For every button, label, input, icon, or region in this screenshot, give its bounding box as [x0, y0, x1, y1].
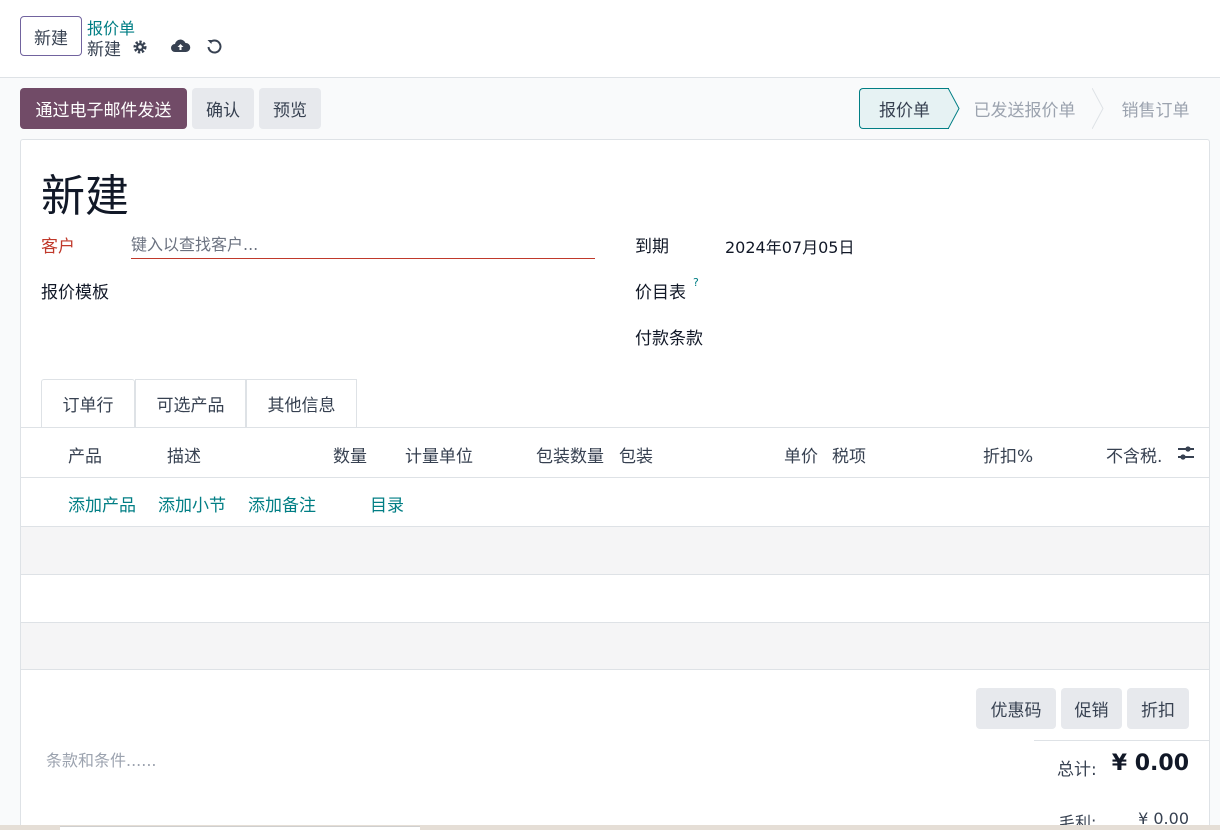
- column-packaging[interactable]: 包装: [619, 442, 653, 467]
- send-by-email-button[interactable]: 通过电子邮件发送: [20, 88, 187, 129]
- tab-optional-products[interactable]: 可选产品: [135, 379, 246, 427]
- coupon-button[interactable]: 优惠码: [976, 688, 1056, 729]
- column-discount[interactable]: 折扣%: [983, 442, 1033, 467]
- catalog-link[interactable]: 目录: [370, 491, 404, 516]
- column-quantity[interactable]: 数量: [333, 442, 367, 467]
- customer-label: 客户: [41, 237, 75, 257]
- add-product-link[interactable]: 添加产品: [68, 491, 136, 516]
- column-subtotal[interactable]: 不含税.: [1106, 442, 1162, 467]
- tab-other-info[interactable]: 其他信息: [246, 379, 357, 427]
- quotation-template-label: 报价模板: [41, 283, 109, 303]
- customer-input[interactable]: [131, 231, 595, 259]
- empty-row: [21, 623, 1209, 670]
- window-bottom-edge: [60, 826, 420, 830]
- new-button[interactable]: 新建: [20, 16, 82, 56]
- empty-row: [21, 575, 1209, 623]
- total-label: 总计:: [1057, 760, 1097, 780]
- tab-order-lines[interactable]: 订单行: [41, 379, 135, 427]
- payment-terms-label: 付款条款: [635, 329, 703, 349]
- stage-quotation[interactable]: 报价单: [859, 88, 949, 129]
- column-uom[interactable]: 计量单位: [405, 442, 473, 467]
- cloud-upload-icon[interactable]: [169, 36, 191, 56]
- column-product[interactable]: 产品: [68, 442, 102, 467]
- add-section-link[interactable]: 添加小节: [158, 491, 226, 516]
- column-packaging-qty[interactable]: 包装数量: [536, 442, 604, 467]
- empty-row: [21, 527, 1209, 575]
- add-note-link[interactable]: 添加备注: [248, 491, 316, 516]
- discard-icon[interactable]: [204, 36, 224, 56]
- preview-button[interactable]: 预览: [259, 88, 321, 129]
- column-settings-icon[interactable]: [1177, 444, 1197, 464]
- terms-and-conditions-field[interactable]: 条款和条件......: [46, 747, 157, 771]
- order-lines-header: 产品 描述 数量 计量单位 包装数量 包装 单价 税项 折扣% 不含税.: [21, 427, 1209, 478]
- confirm-button[interactable]: 确认: [192, 88, 254, 129]
- status-bar: 报价单 已发送报价单 销售订单: [859, 88, 1210, 129]
- gear-icon[interactable]: [130, 37, 150, 57]
- column-unit-price[interactable]: 单价: [784, 442, 818, 467]
- discount-button[interactable]: 折扣: [1127, 688, 1189, 729]
- expiration-date-field[interactable]: 2024年07月05日: [725, 234, 854, 258]
- page-title: 新建: [41, 171, 129, 222]
- pricelist-label: 价目表: [635, 283, 686, 303]
- totals-panel: 总计: ¥ 0.00 毛利: ¥ 0.00: [1034, 740, 1209, 830]
- expiration-label: 到期: [635, 237, 669, 257]
- help-tooltip-icon[interactable]: ?: [693, 276, 699, 289]
- stage-sales-order[interactable]: 销售订单: [1101, 88, 1210, 129]
- breadcrumb-current: 新建: [87, 40, 121, 60]
- total-value: ¥ 0.00: [1111, 751, 1189, 776]
- add-line-row: 添加产品 添加小节 添加备注 目录: [21, 478, 1209, 527]
- form-sheet: 新建 客户 报价模板 到期 2024年07月05日 价目表 ? 付款条款 订单行…: [20, 139, 1210, 830]
- control-panel: 新建 报价单 新建: [0, 0, 1220, 78]
- stage-quotation-sent[interactable]: 已发送报价单: [957, 88, 1092, 129]
- promotions-button[interactable]: 促销: [1061, 688, 1122, 729]
- column-description[interactable]: 描述: [167, 442, 201, 467]
- column-taxes[interactable]: 税项: [832, 442, 866, 467]
